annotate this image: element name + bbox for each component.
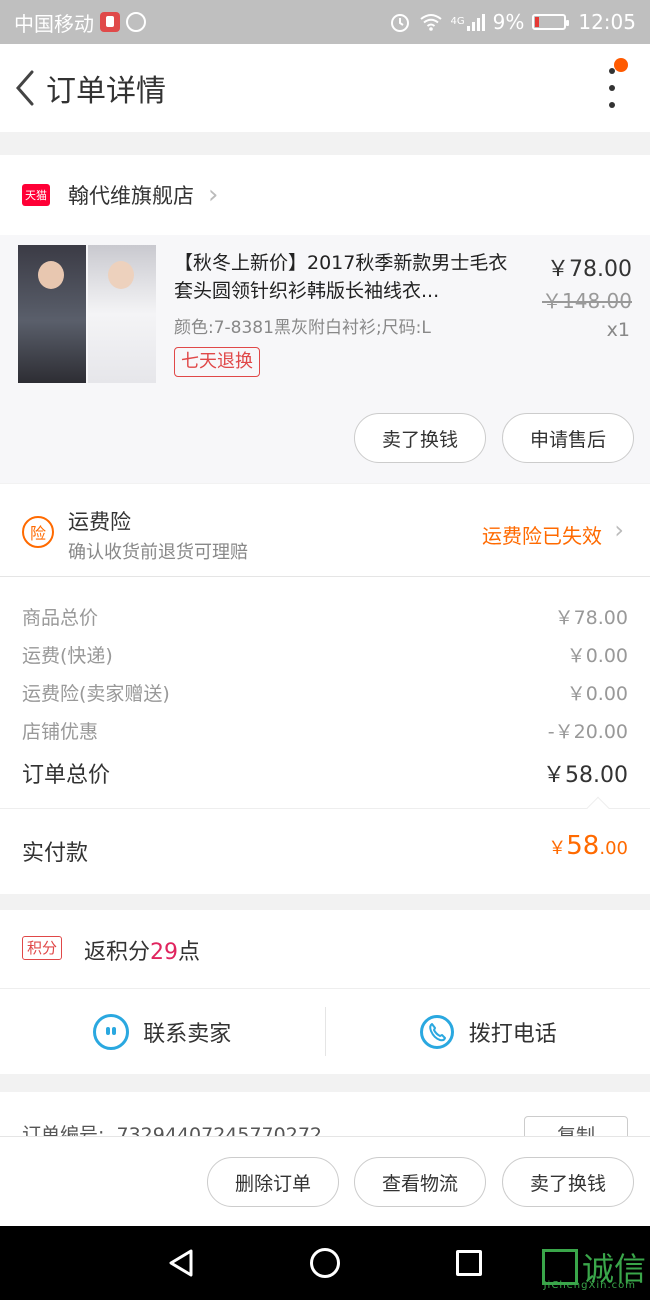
points-badge: 积分	[22, 936, 63, 960]
points-row: 积分 返积分29点	[0, 910, 650, 988]
wifi-icon	[419, 14, 442, 31]
order-number: 订单编号: 73294407245770272	[22, 1120, 322, 1136]
copy-order-number-button[interactable]: 复制	[524, 1116, 628, 1136]
product-title: 【秋冬上新价】2017秋季新款男士毛衣套头圆领针织衫韩版长袖线衣...	[174, 252, 508, 302]
cost-label: 店铺优惠	[22, 721, 99, 743]
cost-row-goods-total: 商品总价 ￥78.00	[22, 603, 628, 630]
phone-icon	[419, 1014, 454, 1049]
cost-label: 商品总价	[22, 607, 99, 629]
product-sku: 颜色:7-8381黑灰附白衬衫;尺码:L	[174, 318, 431, 338]
chevron-left-icon	[16, 70, 34, 106]
cost-value: ￥0.00	[566, 645, 628, 667]
points-text: 返积分29点	[84, 934, 200, 966]
cost-value: ￥78.00	[554, 607, 628, 629]
product-original-price: ￥148.00	[542, 289, 632, 313]
network-type-label: 4G	[450, 16, 465, 27]
resell-footer-button[interactable]: 卖了换钱	[502, 1157, 634, 1207]
call-phone-label: 拨打电话	[468, 1021, 557, 1047]
return-policy-badge: 七天退换	[174, 347, 260, 377]
insurance-status: 运费险已失效	[482, 524, 602, 548]
cost-value: ￥0.00	[566, 683, 628, 705]
cost-label: 运费险(卖家赠送)	[22, 683, 170, 705]
order-number-row: 订单编号: 73294407245770272 复制	[0, 1092, 650, 1136]
product-thumbnail[interactable]	[18, 245, 156, 383]
nav-home-icon[interactable]	[310, 1248, 340, 1278]
notification-app-icon	[100, 12, 120, 32]
chat-smile-icon	[93, 1013, 130, 1050]
view-logistics-button[interactable]: 查看物流	[354, 1157, 486, 1207]
notification-dot	[614, 58, 628, 72]
shipping-insurance-row[interactable]: 险 运费险 确认收货前退货可理赔 运费险已失效 ›	[0, 484, 650, 576]
product-quantity: x1	[606, 319, 630, 341]
cost-value: -￥20.00	[547, 721, 628, 743]
points-prefix: 返积分	[84, 940, 151, 965]
alarm-icon	[390, 14, 409, 32]
order-total-row: 订单总价 ￥58.00	[22, 757, 628, 789]
amount-decimal: .00	[599, 838, 628, 859]
page-title: 订单详情	[46, 74, 166, 109]
insurance-subtitle: 确认收货前退货可理赔	[68, 542, 248, 563]
resell-button[interactable]: 卖了换钱	[354, 413, 486, 463]
order-total-label: 订单总价	[22, 763, 111, 788]
signal-icon	[466, 13, 485, 31]
call-phone-button[interactable]: 拨打电话	[326, 989, 650, 1074]
delete-order-button[interactable]: 删除订单	[207, 1157, 339, 1207]
product-photo-dark-sweater	[18, 245, 86, 383]
cost-row-shipping: 运费(快递) ￥0.00	[22, 641, 628, 668]
carrier-label: 中国移动	[14, 11, 94, 36]
cost-label: 运费(快递)	[22, 645, 113, 667]
insurance-icon: 险	[22, 516, 54, 548]
actual-payment-amount: ￥58.00	[548, 831, 628, 861]
back-icon[interactable]	[0, 44, 50, 132]
chevron-right-icon: ›	[208, 180, 219, 210]
system-nav-bar: 诚信 JiChengXin.com	[0, 1226, 650, 1300]
currency-symbol: ￥	[548, 838, 567, 859]
status-right: 4G 9% 12:05	[389, 10, 636, 34]
order-item[interactable]: 【秋冬上新价】2017秋季新款男士毛衣套头圆领针织衫韩版长袖线衣... 颜色:7…	[0, 235, 650, 483]
battery-percent: 9%	[492, 10, 525, 34]
points-suffix: 点	[178, 940, 201, 965]
order-number-value: 73294407245770272	[116, 1124, 323, 1136]
order-number-label: 订单编号:	[22, 1124, 105, 1136]
contact-seller-label: 联系卖家	[143, 1021, 232, 1047]
product-price: ￥78.00	[547, 257, 632, 282]
status-bar: 中国移动 4G 9% 12:05	[0, 0, 650, 44]
insurance-title: 运费险	[68, 510, 131, 534]
actual-payment-label: 实付款	[22, 841, 89, 866]
amount-integer: 58	[566, 831, 600, 861]
after-sales-button[interactable]: 申请售后	[502, 413, 634, 463]
status-left: 中国移动	[14, 8, 146, 37]
actual-payment-row: 实付款 ￥58.00	[0, 796, 650, 894]
app-header: 订单详情	[0, 44, 650, 132]
footer-action-bar: 删除订单 查看物流 卖了换钱	[0, 1136, 650, 1226]
notification-hand-icon	[126, 12, 146, 32]
order-total-value: ￥58.00	[543, 763, 628, 788]
battery-icon	[532, 14, 570, 30]
cost-row-store-discount: 店铺优惠 -￥20.00	[22, 717, 628, 744]
product-photo-white-shirt	[88, 245, 156, 383]
nav-back-icon[interactable]	[166, 1248, 196, 1278]
store-name: 翰代维旗舰店	[68, 184, 194, 208]
contact-row: 联系卖家 拨打电话	[0, 988, 650, 1074]
contact-seller-button[interactable]: 联系卖家	[0, 989, 325, 1074]
watermark-subtext: JiChengXin.com	[543, 1280, 636, 1291]
chevron-right-icon: ›	[614, 516, 624, 544]
cost-row-shipping-insurance: 运费险(卖家赠送) ￥0.00	[22, 679, 628, 706]
store-row[interactable]: 天猫 翰代维旗舰店 ›	[0, 155, 650, 235]
points-value: 29	[150, 940, 179, 965]
clock: 12:05	[578, 10, 636, 34]
cost-breakdown: 商品总价 ￥78.00 运费(快递) ￥0.00 运费险(卖家赠送) ￥0.00…	[0, 576, 650, 808]
tmall-icon: 天猫	[22, 184, 50, 206]
nav-recent-apps-icon[interactable]	[456, 1250, 482, 1276]
more-menu-icon[interactable]	[604, 68, 620, 108]
